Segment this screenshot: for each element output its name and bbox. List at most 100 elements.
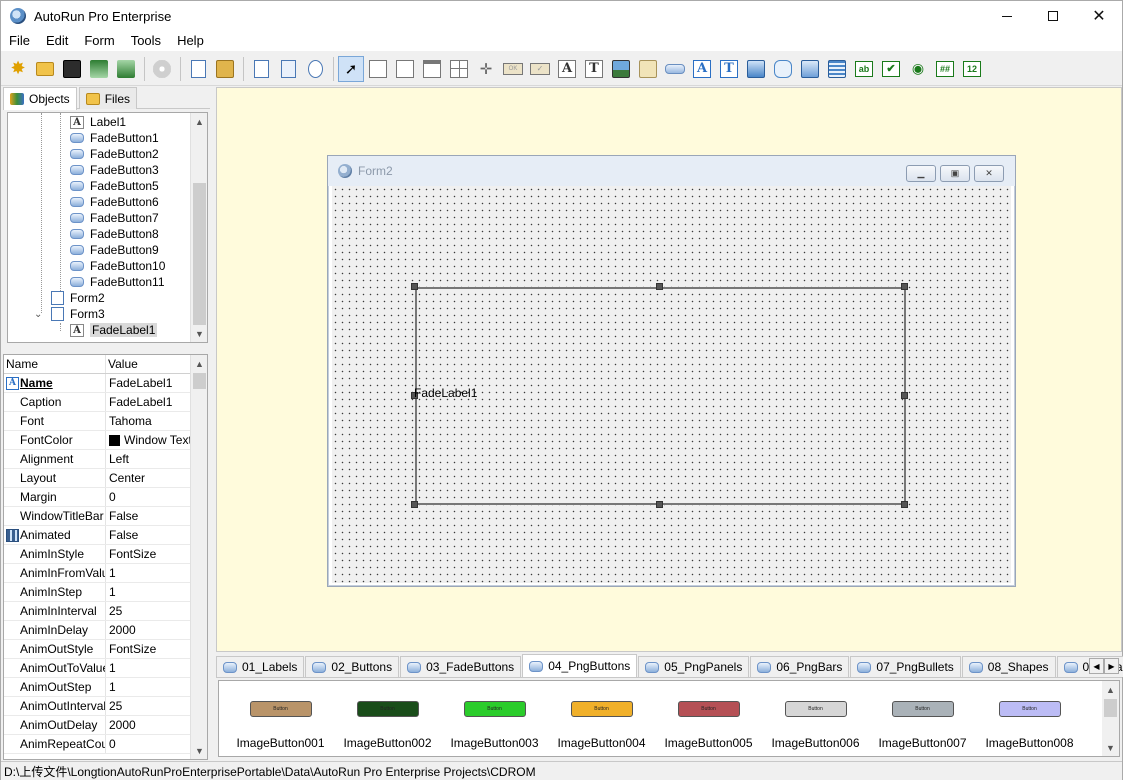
property-value[interactable]: 2000 xyxy=(106,716,192,734)
property-value[interactable]: 25 xyxy=(106,602,192,620)
tree-item[interactable]: A FadeLabel1 xyxy=(70,322,158,338)
scroll-down-icon[interactable]: ▼ xyxy=(191,742,207,759)
scroll-thumb[interactable] xyxy=(1104,699,1117,717)
property-value[interactable]: 0 xyxy=(106,488,192,506)
property-value[interactable]: Center xyxy=(106,469,192,487)
property-row[interactable]: Margin 0 xyxy=(4,488,192,507)
palette-item[interactable]: Button ImageButton004 xyxy=(548,681,655,756)
tab-objects[interactable]: Objects xyxy=(3,87,77,110)
tree-item[interactable]: FadeButton8 xyxy=(70,226,159,242)
menu-file[interactable]: File xyxy=(1,31,38,51)
property-row[interactable]: AnimInStyle FontSize xyxy=(4,545,192,564)
palette-item[interactable]: Button ImageButton001 xyxy=(227,681,334,756)
property-row[interactable]: Font Tahoma xyxy=(4,412,192,431)
property-row[interactable]: AnimRepeatCoun 0 xyxy=(4,735,192,754)
panel3-tool[interactable] xyxy=(635,56,661,82)
tree-item[interactable]: FadeButton7 xyxy=(70,210,159,226)
balloon-tool[interactable] xyxy=(770,56,796,82)
palette-item[interactable]: Button ImageButton006 xyxy=(762,681,869,756)
component-tab[interactable]: 08_Shapes xyxy=(961,656,1056,677)
property-row[interactable]: FontColor Window Text xyxy=(4,431,192,450)
open-button[interactable] xyxy=(32,56,58,82)
tab-files[interactable]: Files xyxy=(78,87,138,109)
export-button[interactable] xyxy=(113,56,139,82)
tree-item[interactable]: FadeButton6 xyxy=(70,194,159,210)
design-canvas[interactable]: Form2 ▁ ▣ ✕ FadeLabel1 xyxy=(216,87,1122,652)
checkbox-tool[interactable]: ✔ xyxy=(878,56,904,82)
shape-tool[interactable] xyxy=(797,56,823,82)
label-tool[interactable]: T xyxy=(581,56,607,82)
tree-item[interactable]: FadeButton5 xyxy=(70,178,159,194)
property-row[interactable]: WindowTitleBar False xyxy=(4,507,192,526)
scroll-down-icon[interactable]: ▼ xyxy=(191,325,207,342)
property-value[interactable]: False xyxy=(106,507,192,525)
chevron-down-icon[interactable]: ⌄ xyxy=(34,309,51,320)
grid-button[interactable] xyxy=(446,56,472,82)
tree-item[interactable]: FadeButton1 xyxy=(70,130,159,146)
property-value[interactable]: FadeLabel1 xyxy=(106,374,192,392)
property-row[interactable]: AnimInFromValue 1 xyxy=(4,564,192,583)
panel-button[interactable] xyxy=(392,56,418,82)
palette-scrollbar[interactable]: ▲ ▼ xyxy=(1102,681,1119,756)
text-t-tool[interactable]: T xyxy=(716,56,742,82)
list-tool[interactable] xyxy=(824,56,850,82)
property-value[interactable]: FadeLabel1 xyxy=(106,393,192,411)
frame-button[interactable] xyxy=(365,56,391,82)
resize-handle[interactable] xyxy=(411,501,418,508)
component-tab[interactable]: 03_FadeButtons xyxy=(400,656,522,677)
scroll-down-icon[interactable]: ▼ xyxy=(1102,739,1119,756)
property-value[interactable]: 1 xyxy=(106,564,192,582)
tree-item[interactable]: FadeButton9 xyxy=(70,242,159,258)
component-tab[interactable]: 06_PngBars xyxy=(750,656,850,677)
scroll-up-icon[interactable]: ▲ xyxy=(191,355,207,372)
property-row[interactable]: Animated False xyxy=(4,526,192,545)
spin-tool[interactable]: 12 xyxy=(959,56,985,82)
resize-handle[interactable] xyxy=(411,283,418,290)
menu-help[interactable]: Help xyxy=(169,31,212,51)
tree-item[interactable]: FadeButton3 xyxy=(70,162,159,178)
tree-item[interactable]: FadeButton10 xyxy=(70,258,165,274)
property-value[interactable]: 25 xyxy=(106,697,192,715)
form-minimize-button[interactable]: ▁ xyxy=(906,165,936,182)
property-value[interactable]: FontSize xyxy=(106,640,192,658)
image-tool[interactable] xyxy=(608,56,634,82)
component-tab[interactable]: 04_PngButtons xyxy=(522,654,638,677)
minimize-button[interactable] xyxy=(984,1,1030,31)
property-row[interactable]: A Name FadeLabel1 xyxy=(4,374,192,393)
page-button[interactable] xyxy=(275,56,301,82)
maximize-button[interactable] xyxy=(1030,1,1076,31)
property-row[interactable]: AnimInInterval 25 xyxy=(4,602,192,621)
number-tool[interactable]: ## xyxy=(932,56,958,82)
property-row[interactable]: AnimOutToValue 1 xyxy=(4,659,192,678)
palette-item[interactable]: Button ImageButton003 xyxy=(441,681,548,756)
panel2-button[interactable] xyxy=(419,56,445,82)
component-tab[interactable]: 07_PngBullets xyxy=(850,656,961,677)
property-value[interactable]: 0 xyxy=(106,735,192,753)
resize-handle[interactable] xyxy=(901,283,908,290)
tree-item[interactable]: A Label1 xyxy=(70,114,126,130)
tree-item[interactable]: ⌄ Form3 xyxy=(34,306,105,322)
resize-handle[interactable] xyxy=(656,501,663,508)
new-page-button[interactable] xyxy=(248,56,274,82)
save-button[interactable] xyxy=(59,56,85,82)
edit-box-tool[interactable]: ab xyxy=(851,56,877,82)
tab-scroll-left-icon[interactable]: ◀ xyxy=(1089,658,1104,674)
property-value[interactable]: 1 xyxy=(106,659,192,677)
property-value[interactable]: Tahoma xyxy=(106,412,192,430)
property-value[interactable]: FontSize xyxy=(106,545,192,563)
import-button[interactable] xyxy=(86,56,112,82)
form-close-button[interactable]: ✕ xyxy=(974,165,1004,182)
property-row[interactable]: AnimOutStyle FontSize xyxy=(4,640,192,659)
property-row[interactable]: Layout Center xyxy=(4,469,192,488)
resize-handle[interactable] xyxy=(901,392,908,399)
picture-tool[interactable] xyxy=(743,56,769,82)
fade-label-tool[interactable]: A xyxy=(554,56,580,82)
selected-component[interactable] xyxy=(415,287,906,505)
tree-item[interactable]: FadeButton11 xyxy=(70,274,165,290)
tab-scroll-right-icon[interactable]: ▶ xyxy=(1104,658,1119,674)
property-value[interactable]: 1 xyxy=(106,678,192,696)
component-tab[interactable]: 01_Labels xyxy=(216,656,305,677)
menu-edit[interactable]: Edit xyxy=(38,31,76,51)
scroll-thumb[interactable] xyxy=(193,183,206,325)
property-value[interactable]: Window Text xyxy=(106,431,192,449)
